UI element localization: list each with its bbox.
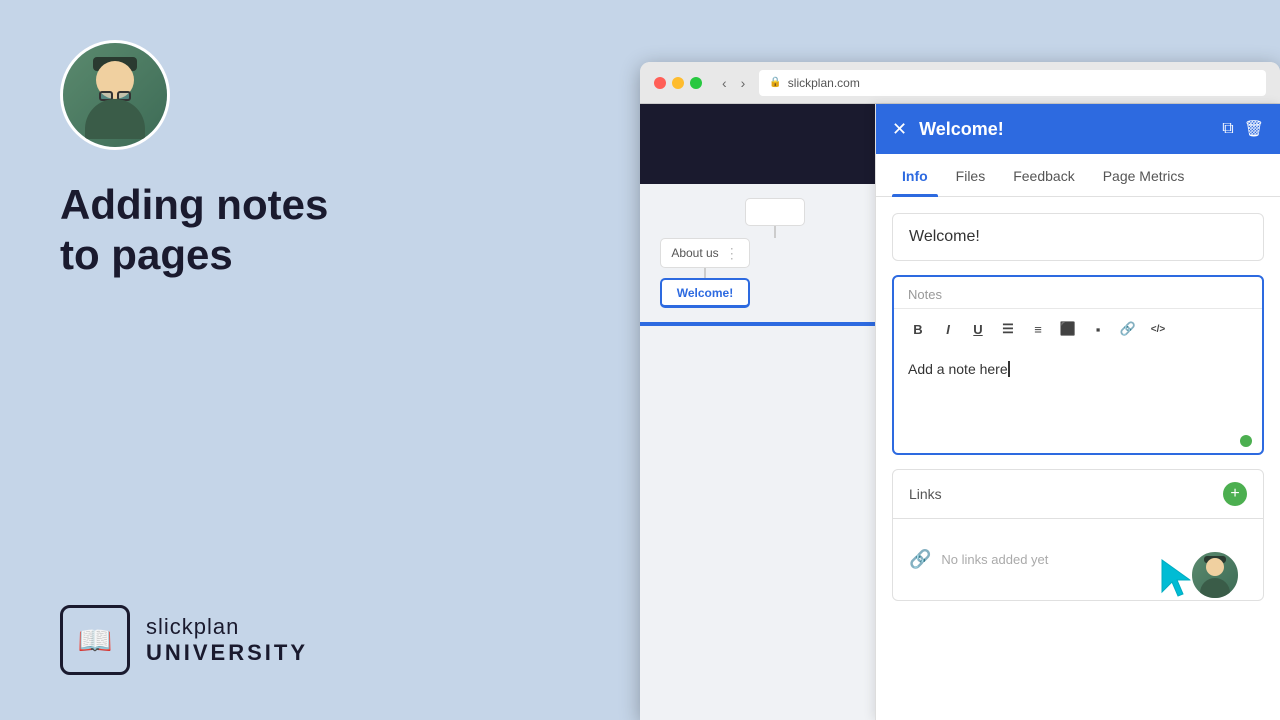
italic-button[interactable]: I — [934, 315, 962, 343]
tab-page-metrics[interactable]: Page Metrics — [1093, 154, 1195, 196]
panel-header: ✕ Welcome! ⧉ 🗑 — [876, 104, 1280, 154]
minimize-button-dot[interactable] — [672, 77, 684, 89]
copy-icon-button[interactable]: ⧉ — [1222, 119, 1233, 139]
notes-content: Add a note here — [908, 361, 1008, 377]
info-panel: ✕ Welcome! ⧉ 🗑 Info Files Feedback Page … — [875, 104, 1280, 720]
back-button[interactable]: ‹ — [718, 73, 731, 93]
align-right-button[interactable]: ▪ — [1084, 315, 1112, 343]
browser-window: ‹ › 🔒 slickplan.com About us ⋮ — [640, 62, 1280, 720]
no-links-text: No links added yet — [941, 552, 1048, 567]
tab-feedback[interactable]: Feedback — [1003, 154, 1084, 196]
lock-icon: 🔒 — [769, 77, 781, 88]
notes-toolbar: B I U ☰ ≡ ⬛ ▪ 🔗 </> — [894, 308, 1262, 349]
url-text: slickplan.com — [788, 76, 860, 90]
delete-icon-button[interactable]: 🗑 — [1244, 119, 1264, 139]
add-link-button[interactable]: + — [1223, 482, 1247, 506]
avatar — [60, 40, 170, 150]
ordered-list-button[interactable]: ≡ — [1024, 315, 1052, 343]
browser-chrome: ‹ › 🔒 slickplan.com — [640, 62, 1280, 104]
panel-close-button[interactable]: ✕ — [892, 119, 907, 140]
notes-body[interactable]: Add a note here — [894, 349, 1262, 429]
cursor-area — [1140, 550, 1240, 600]
notes-status-dot — [1240, 435, 1252, 447]
link-button[interactable]: 🔗 — [1114, 315, 1142, 343]
tab-files[interactable]: Files — [946, 154, 996, 196]
notes-footer — [894, 429, 1262, 453]
bold-button[interactable]: B — [904, 315, 932, 343]
close-button-dot[interactable] — [654, 77, 666, 89]
welcome-node[interactable]: Welcome! — [660, 278, 750, 308]
underline-button[interactable]: U — [964, 315, 992, 343]
book-play-icon: 📖 — [78, 624, 113, 657]
left-panel: Adding notes to pages 📖 slickplan UNIVER… — [0, 0, 640, 720]
about-us-dots: ⋮ — [725, 245, 739, 262]
url-bar[interactable]: 🔒 slickplan.com — [759, 70, 1266, 96]
headline: Adding notes to pages — [60, 180, 580, 281]
panel-tabs: Info Files Feedback Page Metrics — [876, 154, 1280, 197]
panel-icons: ⧉ 🗑 — [1222, 119, 1264, 139]
logo-text: slickplan UNIVERSITY — [146, 614, 308, 666]
logo-area: 📖 slickplan UNIVERSITY — [60, 605, 308, 675]
cursor-avatar — [1190, 550, 1240, 600]
bullet-list-button[interactable]: ☰ — [994, 315, 1022, 343]
notes-label: Notes — [894, 277, 1262, 308]
links-header: Links + — [893, 470, 1263, 519]
panel-content: Notes B I U ☰ ≡ ⬛ ▪ 🔗 </> Add a note her… — [876, 197, 1280, 720]
browser-panel: ‹ › 🔒 slickplan.com About us ⋮ — [640, 0, 1280, 720]
traffic-lights — [654, 77, 702, 89]
logo-icon: 📖 — [60, 605, 130, 675]
link-icon: 🔗 — [909, 549, 931, 570]
sitemap-active-line — [640, 322, 875, 326]
notes-editor[interactable]: Notes B I U ☰ ≡ ⬛ ▪ 🔗 </> Add a note her… — [892, 275, 1264, 455]
text-cursor — [1008, 361, 1010, 377]
cursor-pointer-icon — [1158, 556, 1194, 600]
panel-title: Welcome! — [919, 119, 1210, 140]
align-left-button[interactable]: ⬛ — [1054, 315, 1082, 343]
maximize-button-dot[interactable] — [690, 77, 702, 89]
links-label: Links — [909, 486, 942, 502]
tab-info[interactable]: Info — [892, 154, 938, 196]
logo-slickplan-text: slickplan — [146, 614, 308, 640]
nav-arrows: ‹ › — [718, 73, 749, 93]
about-us-node[interactable]: About us ⋮ — [660, 238, 750, 268]
forward-button[interactable]: › — [737, 73, 750, 93]
page-name-field[interactable] — [892, 213, 1264, 261]
code-button[interactable]: </> — [1144, 315, 1172, 343]
logo-university-text: UNIVERSITY — [146, 640, 308, 666]
